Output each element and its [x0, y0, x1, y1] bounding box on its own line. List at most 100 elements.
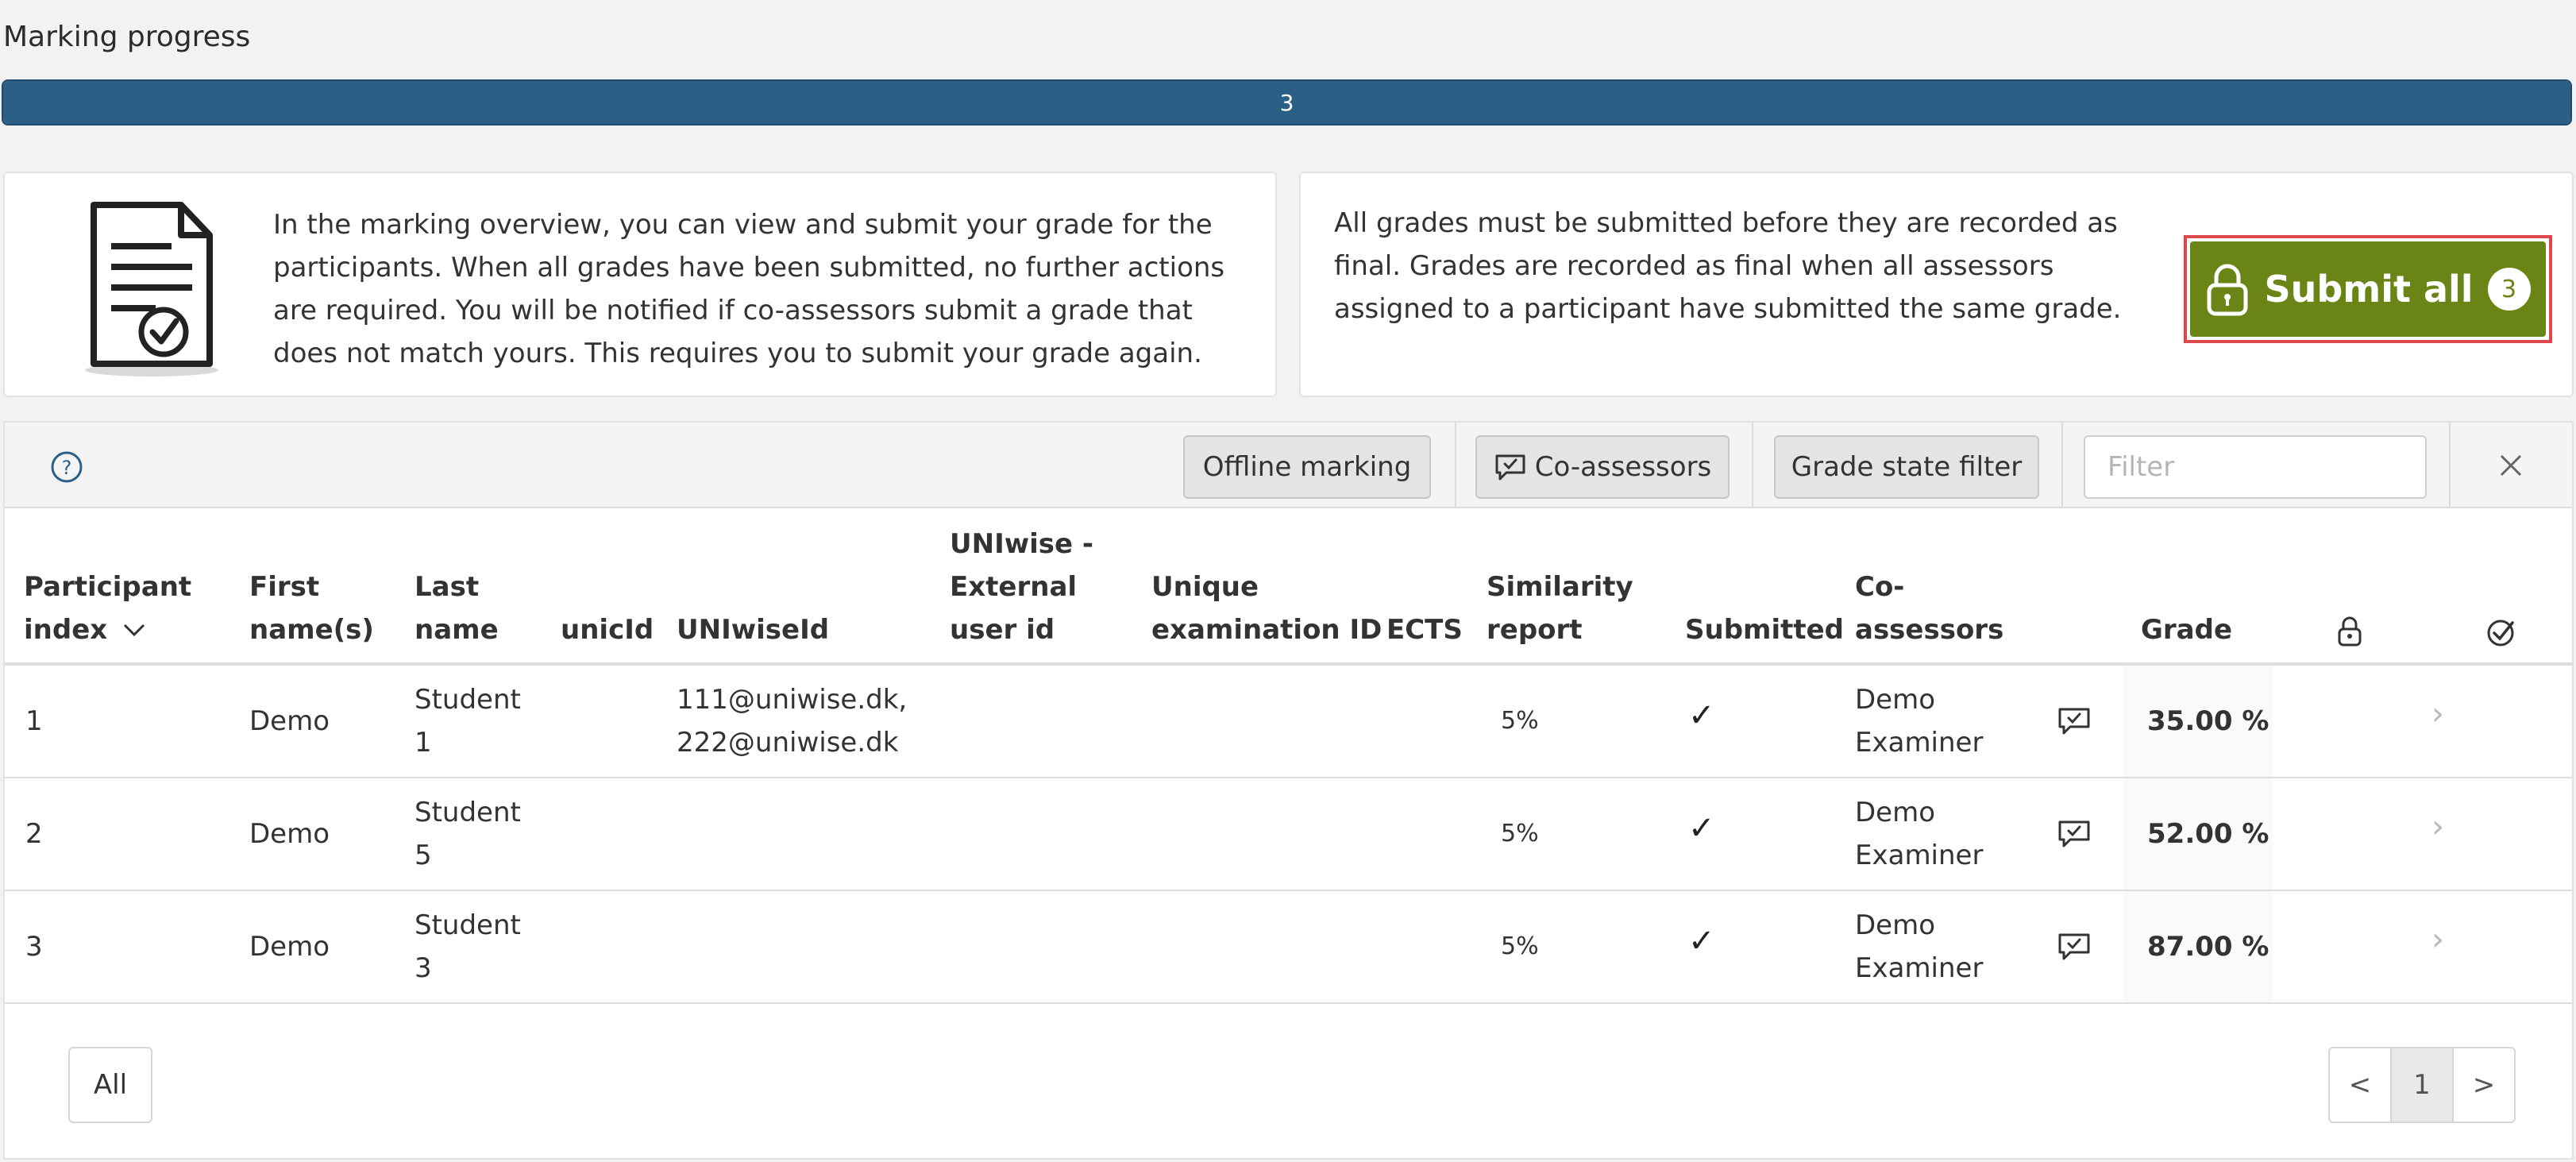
cell-index: 3	[25, 931, 43, 963]
col-header-similarity: Similarity report	[1487, 566, 1633, 651]
cell-last-name: Student 1	[415, 678, 521, 764]
document-check-icon	[85, 202, 218, 376]
table-row[interactable]: 3 Demo Student 3 5% ✓ Demo Examiner 87.0…	[5, 891, 2572, 1002]
col-header-last-name: Last name	[415, 566, 499, 651]
cell-similarity[interactable]: 5%	[1501, 813, 1539, 855]
header-sim-line1: Similarity	[1487, 571, 1633, 603]
cell-co-line1: Demo	[1855, 684, 1936, 716]
col-header-unicid: unicId	[561, 614, 654, 646]
row-divider	[5, 1002, 2572, 1004]
col-header-grade: Grade	[2141, 614, 2233, 646]
header-sim-line2: report	[1487, 614, 1583, 646]
chat-check-icon	[1495, 454, 1525, 481]
chevron-right-icon[interactable]: ›	[2431, 921, 2444, 958]
header-exam-line2: examination ID	[1151, 614, 1382, 646]
header-exam-line1: Unique	[1151, 571, 1259, 603]
prev-page-button[interactable]: <	[2330, 1048, 2392, 1121]
chevron-down-icon	[123, 623, 145, 637]
header-ext-line1: UNIwise -	[950, 528, 1094, 560]
show-all-button[interactable]: All	[68, 1047, 152, 1123]
table-row[interactable]: 2 Demo Student 5 5% ✓ Demo Examiner 52.0…	[5, 778, 2572, 890]
col-header-submitted: Submitted	[1685, 614, 1845, 646]
cell-first-name: Demo	[249, 705, 330, 737]
cell-grade: 52.00 %	[2147, 818, 2269, 850]
table-row[interactable]: 1 Demo Student 1 111@uniwise.dk, 222@uni…	[5, 666, 2572, 777]
cell-co-line2: Examiner	[1855, 952, 1984, 984]
cell-co-assessor: Demo Examiner	[1855, 791, 1983, 877]
co-assessors-label: Co-assessors	[1534, 451, 1712, 483]
lock-icon	[2338, 616, 2362, 647]
toolbar-divider	[2061, 423, 2063, 507]
col-header-first-name: First name(s)	[249, 566, 374, 651]
info-card: In the marking overview, you can view an…	[3, 172, 1277, 397]
submit-all-highlight: Submit all 3	[2184, 235, 2552, 343]
checkmark-icon: ✓	[1688, 923, 1715, 959]
col-header-exam-id: Unique examination ID	[1151, 566, 1382, 651]
cell-last-line1: Student	[415, 684, 521, 716]
cell-co-line1: Demo	[1855, 797, 1936, 828]
cell-index: 2	[25, 818, 43, 850]
offline-marking-label: Offline marking	[1202, 451, 1412, 483]
lock-icon	[2207, 264, 2248, 316]
chat-check-icon[interactable]	[2057, 931, 2092, 963]
cell-last-line2: 5	[415, 840, 432, 871]
info-text: In the marking overview, you can view an…	[273, 209, 1225, 369]
cell-co-line2: Examiner	[1855, 840, 1984, 871]
close-icon[interactable]	[2498, 453, 2524, 478]
cell-last-name: Student 3	[415, 904, 521, 990]
cell-first-name: Demo	[249, 931, 330, 963]
page-1-button[interactable]: 1	[2392, 1048, 2454, 1121]
header-ext-line3: user id	[950, 614, 1055, 646]
cell-index: 1	[25, 705, 43, 737]
co-assessors-button[interactable]: Co-assessors	[1475, 435, 1730, 499]
cell-uniwiseid: 111@uniwise.dk, 222@uniwise.dk	[677, 678, 907, 764]
submit-all-label: Submit all	[2264, 268, 2474, 311]
check-circle-icon	[2487, 620, 2514, 647]
header-index-line2: index	[24, 614, 108, 646]
filter-input[interactable]	[2084, 435, 2427, 499]
cell-co-line2: Examiner	[1855, 727, 1984, 759]
header-last-line1: Last	[415, 571, 480, 603]
offline-marking-button[interactable]: Offline marking	[1183, 435, 1431, 499]
chevron-right-icon[interactable]: ›	[2431, 696, 2444, 732]
cell-uniwise-line2: 222@uniwise.dk	[677, 727, 899, 759]
toolbar-divider	[2449, 423, 2451, 507]
progress-value: 3	[1279, 89, 1294, 116]
cell-uniwise-line1: 111@uniwise.dk,	[677, 684, 908, 716]
submit-count-badge: 3	[2487, 268, 2531, 311]
cell-co-assessor: Demo Examiner	[1855, 904, 1983, 990]
chevron-right-icon[interactable]: ›	[2431, 809, 2444, 845]
col-header-uniwiseid: UNIwiseId	[677, 614, 830, 646]
grade-state-filter-button[interactable]: Grade state filter	[1774, 435, 2039, 499]
col-header-co-assessors: Co- assessors	[1855, 566, 2003, 651]
col-header-external-user-id: UNIwise - External user id	[950, 523, 1093, 651]
cell-first-name: Demo	[249, 818, 330, 850]
next-page-button[interactable]: >	[2454, 1048, 2514, 1121]
grade-state-filter-label: Grade state filter	[1791, 451, 2023, 483]
header-co-line1: Co-	[1855, 571, 1905, 603]
chat-check-icon[interactable]	[2057, 818, 2092, 850]
cell-similarity[interactable]: 5%	[1501, 925, 1539, 968]
chat-check-icon[interactable]	[2057, 705, 2092, 737]
cell-last-line1: Student	[415, 909, 521, 941]
help-icon[interactable]: ?	[51, 451, 83, 483]
table-toolbar: ? Offline marking Co-assessors Grade sta…	[5, 423, 2572, 508]
cell-grade: 35.00 %	[2147, 705, 2269, 737]
cell-grade: 87.00 %	[2147, 931, 2269, 963]
cell-last-line2: 1	[415, 727, 432, 759]
header-first-line2: name(s)	[249, 614, 374, 646]
checkmark-icon: ✓	[1688, 697, 1715, 734]
cell-last-line2: 3	[415, 952, 432, 984]
toolbar-divider	[1752, 423, 1753, 507]
show-all-label: All	[93, 1069, 128, 1101]
toolbar-divider	[1455, 423, 1456, 507]
submit-card: All grades must be submitted before they…	[1299, 172, 2574, 397]
header-last-line2: name	[415, 614, 499, 646]
cell-similarity[interactable]: 5%	[1501, 700, 1539, 743]
header-first-line1: First	[249, 571, 320, 603]
col-header-participant-index[interactable]: Participant index	[24, 566, 191, 651]
submit-all-button[interactable]: Submit all 3	[2190, 241, 2546, 337]
pagination: < 1 >	[2328, 1047, 2516, 1123]
checkmark-icon: ✓	[1688, 810, 1715, 847]
cell-co-line1: Demo	[1855, 909, 1936, 941]
